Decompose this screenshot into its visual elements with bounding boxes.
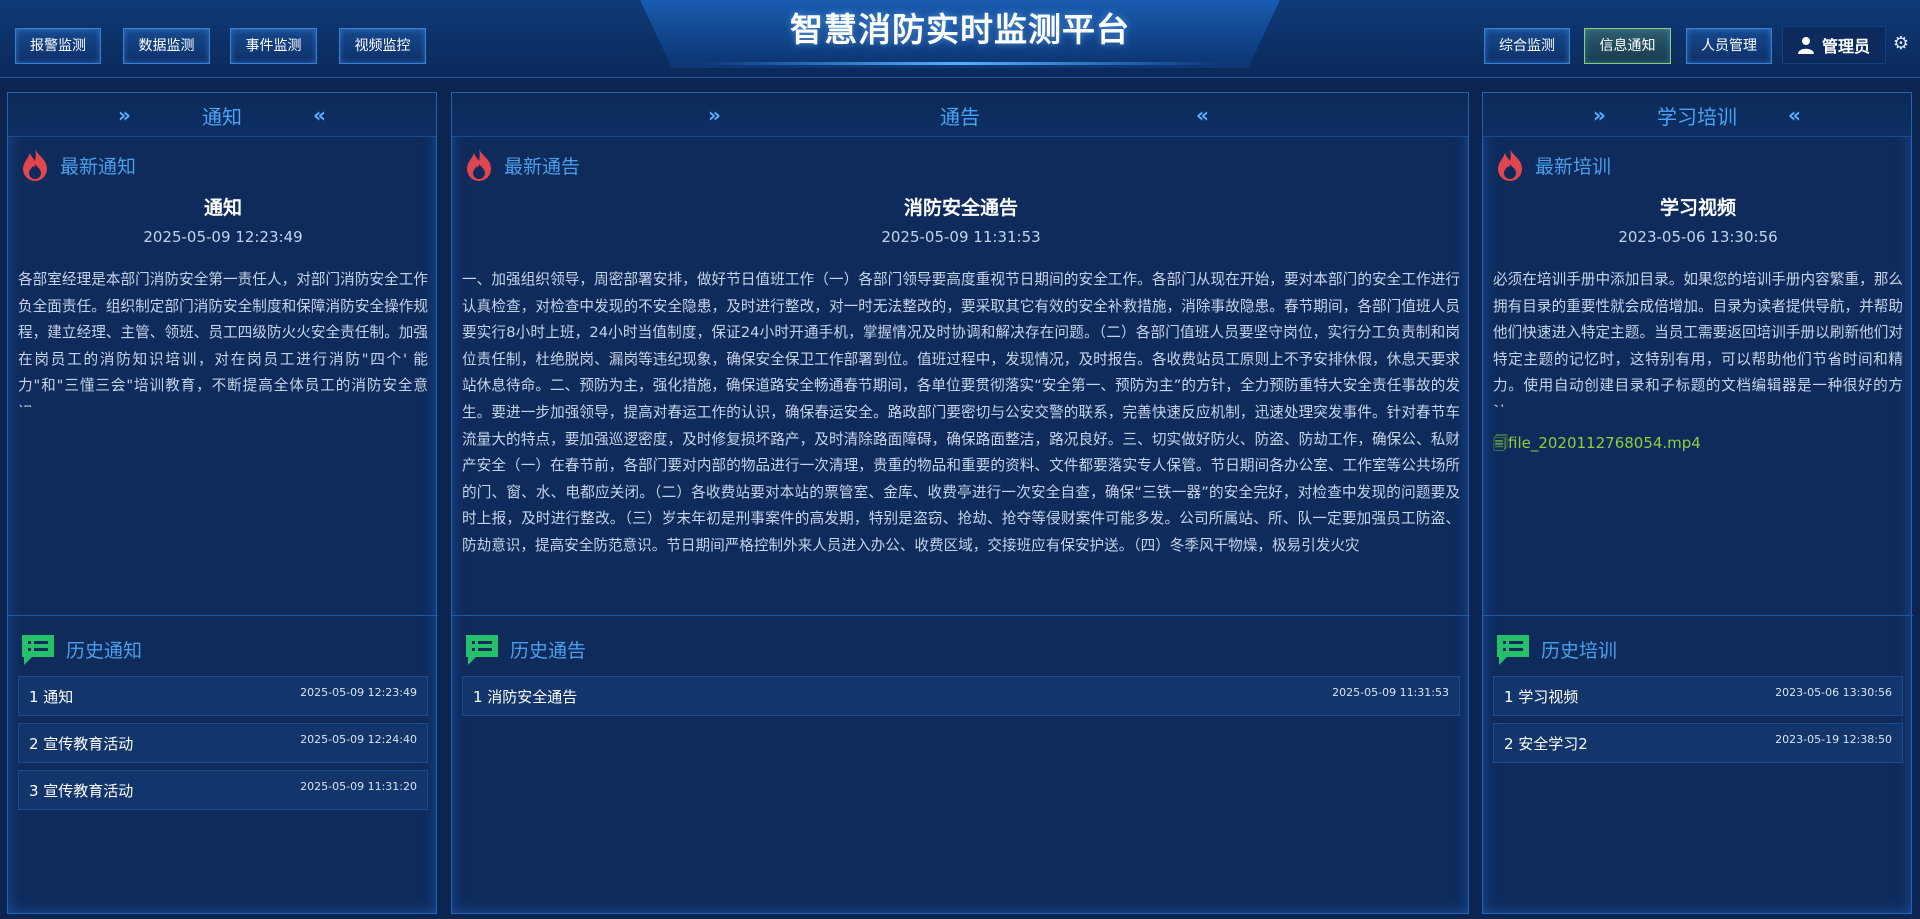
gear-icon[interactable]: ⚙ <box>1891 34 1911 54</box>
file-icon: 🗐 <box>1493 434 1508 452</box>
history-item-name: 1 学习视频 <box>1504 687 1579 706</box>
nav-overall-monitor[interactable]: 综合监测 <box>1484 28 1570 64</box>
bulletin-panel-title: 通告 <box>940 105 980 129</box>
notice-title: 通知 <box>203 197 242 219</box>
bulletin-body: 一、加强组织领导，周密部署安排，做好节日值班工作（一）各部门领导要高度重视节日期… <box>462 271 1460 554</box>
history-item-name: 1 消防安全通告 <box>473 687 578 706</box>
history-item-name: 2 安全学习2 <box>1504 734 1588 753</box>
latest-training-label: 最新培训 <box>1535 155 1612 178</box>
history-item-time: 2025-05-09 12:24:40 <box>300 732 417 746</box>
message-list-icon <box>466 635 498 665</box>
training-file-name: file_2020112768054.mp4 <box>1508 434 1701 452</box>
nav-video-monitor[interactable]: 视频监控 <box>339 28 426 64</box>
user-icon <box>1797 37 1814 54</box>
training-time: 2023-05-06 13:30:56 <box>1618 228 1778 246</box>
user-name: 管理员 <box>1821 37 1870 56</box>
nav-alarm-monitor[interactable]: 报警监测 <box>15 28 101 64</box>
training-panel: » 学习培训 « 最新培训 学习视频 2023-05-06 13:30:56 必… <box>1482 92 1913 914</box>
history-item-name: 2 宣传教育活动 <box>29 734 134 753</box>
training-body: 必须在培训手册中添加目录。如果您的培训手册内容繁重，那么拥有目录的重要性就会成倍… <box>1493 271 1903 407</box>
history-item-name: 1 通知 <box>29 687 74 706</box>
history-bulletin-heading: 历史通告 <box>464 631 586 667</box>
latest-notice-heading: 最新通知 <box>20 147 136 183</box>
history-training-label: 历史培训 <box>1541 639 1618 662</box>
fire-icon <box>467 149 491 181</box>
notice-body: 各部室经理是本部门消防安全第一责任人，对部门消防安全工作负全面责任。组织制定部门… <box>18 271 428 407</box>
notice-time: 2025-05-09 12:23:49 <box>143 228 303 246</box>
bulletin-title: 消防安全通告 <box>903 197 1018 219</box>
training-file-link[interactable]: 🗐file_2020112768054.mp4 <box>1493 433 1701 458</box>
history-notice-label: 历史通知 <box>66 639 143 662</box>
latest-notice-label: 最新通知 <box>60 155 137 178</box>
top-header: 智慧消防实时监测平台 报警监测 数据监测 事件监测 视频监控 综合监测 信息通知… <box>0 0 1920 78</box>
bulletin-panel: » 通告 « 最新通告 消防安全通告 2025-05-09 11:31:53 一… <box>451 92 1470 914</box>
user-menu[interactable]: 管理员 <box>1782 26 1886 64</box>
training-title: 学习视频 <box>1659 197 1736 219</box>
notice-history-row[interactable]: 3 宣传教育活动 2025-05-09 11:31:20 <box>18 770 428 810</box>
latest-bulletin-heading: 最新通告 <box>464 147 580 183</box>
history-notice-heading: 历史通知 <box>20 631 142 667</box>
page-title: 智慧消防实时监测平台 <box>790 10 1130 49</box>
notice-history-row[interactable]: 1 通知 2025-05-09 12:23:49 <box>18 676 428 716</box>
training-panel-title: 学习培训 <box>1657 105 1737 129</box>
fire-icon <box>1498 149 1522 181</box>
nav-personnel[interactable]: 人员管理 <box>1686 28 1772 64</box>
header-glow-line <box>700 62 1220 65</box>
chevron-left-icon: « <box>1196 103 1209 127</box>
history-bulletin-label: 历史通告 <box>510 639 587 662</box>
notice-panel: » 通知 « 最新通知 通知 2025-05-09 12:23:49 各部室经理… <box>7 92 438 914</box>
chevron-left-icon: « <box>313 103 326 127</box>
history-training-heading: 历史培训 <box>1495 631 1617 667</box>
history-item-time: 2025-05-09 11:31:53 <box>1332 685 1449 699</box>
latest-bulletin-label: 最新通告 <box>504 155 581 178</box>
latest-training-heading: 最新培训 <box>1495 147 1611 183</box>
message-list-icon <box>1497 635 1529 665</box>
bulletin-divider <box>452 615 1470 616</box>
history-item-name: 3 宣传教育活动 <box>29 781 134 800</box>
history-item-time: 2023-05-06 13:30:56 <box>1775 685 1892 699</box>
bulletin-panel-header: » 通告 « <box>452 93 1468 137</box>
notice-divider <box>8 615 438 616</box>
bulletin-time: 2025-05-09 11:31:53 <box>881 228 1041 246</box>
nav-data-monitor[interactable]: 数据监测 <box>123 28 210 64</box>
training-panel-header: » 学习培训 « <box>1483 93 1911 137</box>
notice-history-row[interactable]: 2 宣传教育活动 2025-05-09 12:24:40 <box>18 723 428 763</box>
notice-panel-title: 通知 <box>202 105 242 129</box>
message-list-icon <box>22 635 54 665</box>
training-history-row[interactable]: 2 安全学习2 2023-05-19 12:38:50 <box>1493 723 1903 763</box>
notice-panel-header: » 通知 « <box>8 93 436 137</box>
chevron-left-icon: « <box>1788 103 1801 127</box>
nav-event-monitor[interactable]: 事件监测 <box>230 28 317 64</box>
history-item-time: 2025-05-09 12:23:49 <box>300 685 417 699</box>
history-item-time: 2025-05-09 11:31:20 <box>300 779 417 793</box>
training-history-row[interactable]: 1 学习视频 2023-05-06 13:30:56 <box>1493 676 1903 716</box>
history-item-time: 2023-05-19 12:38:50 <box>1775 732 1892 746</box>
training-divider <box>1483 615 1913 616</box>
nav-info-notice[interactable]: 信息通知 <box>1584 28 1671 64</box>
bulletin-history-row[interactable]: 1 消防安全通告 2025-05-09 11:31:53 <box>462 676 1460 716</box>
fire-icon <box>23 149 47 181</box>
